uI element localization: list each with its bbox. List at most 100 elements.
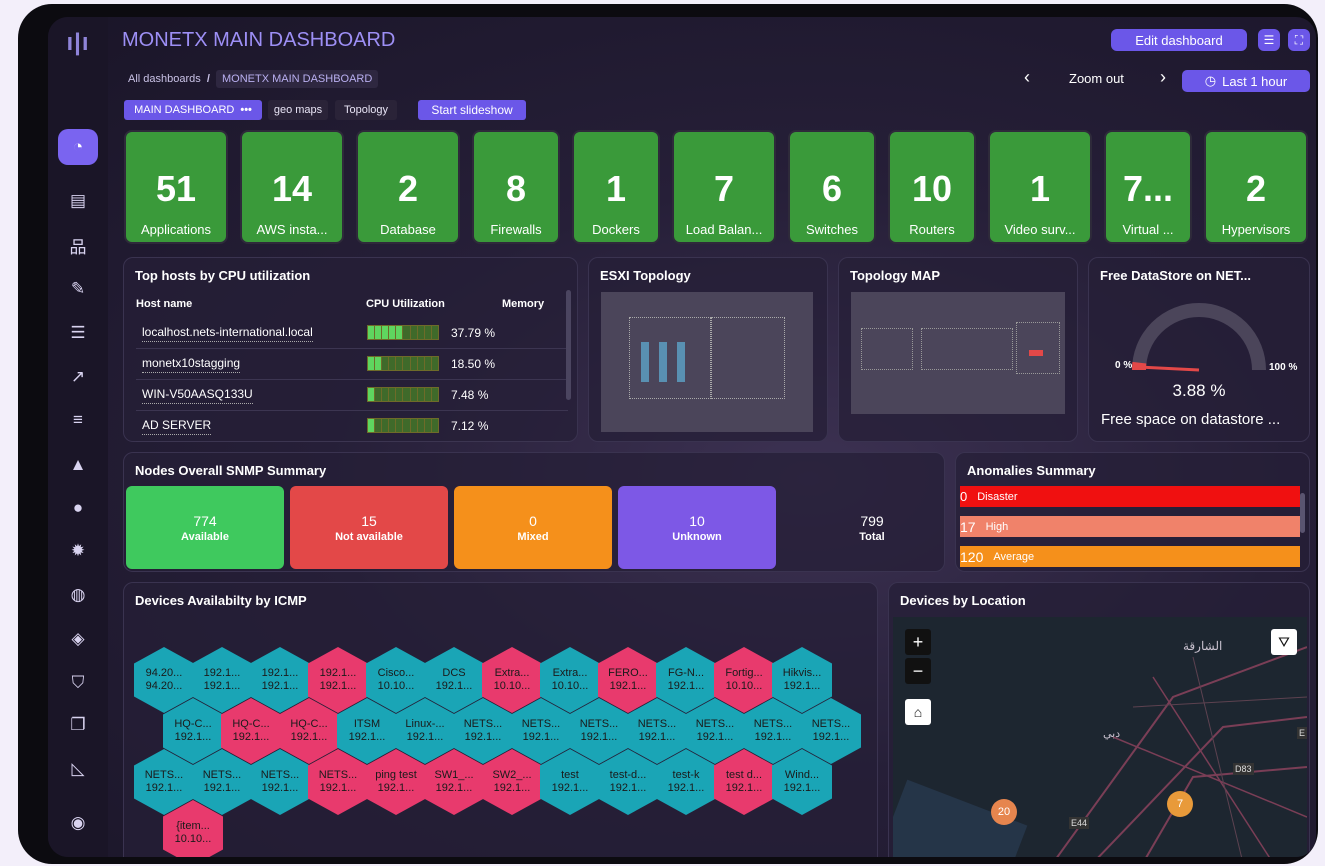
snmp-label: Mixed	[517, 530, 549, 543]
device-name: NETS...	[144, 769, 184, 781]
stat-tile[interactable]: 7 Load Balan...	[672, 130, 776, 244]
dashboard-icon[interactable]: ◔	[58, 129, 98, 165]
device-name: NETS...	[811, 718, 851, 730]
area-chart-icon[interactable]: ◺	[58, 751, 98, 787]
device-name: test	[561, 769, 579, 781]
map-cluster-marker[interactable]: 7	[1167, 791, 1193, 817]
location-map[interactable]: الشارقة دبي D83 E44 E + − ⌂ ⛛ 20 7	[893, 617, 1307, 857]
stat-tile[interactable]: 1 Dockers	[572, 130, 660, 244]
snmp-status-tile[interactable]: 0 Mixed	[454, 486, 612, 569]
chart-icon[interactable]: ↗	[58, 359, 98, 395]
device-name: FERO...	[608, 667, 648, 679]
col-memory[interactable]: Memory	[502, 298, 544, 310]
panel-scrollbar[interactable]	[566, 290, 571, 400]
gauge-max-label: 100 %	[1269, 362, 1298, 373]
cpu-bar-gauge	[367, 387, 439, 402]
stat-tile[interactable]: 6 Switches	[788, 130, 876, 244]
host-name[interactable]: localhost.nets-international.local	[142, 325, 313, 342]
report-icon[interactable]: ▤	[58, 183, 98, 219]
zoom-out-button[interactable]: Zoom out	[1069, 71, 1124, 86]
topology-map-diagram[interactable]	[851, 292, 1065, 414]
tab-topology[interactable]: Topology	[335, 100, 397, 120]
table-row[interactable]: monetx10stagging 18.50 %	[136, 349, 568, 380]
free-datastore-panel: Free DataStore on NET... 0 % 100 % 3.88 …	[1088, 257, 1310, 442]
anomaly-row[interactable]: 120 Average	[960, 546, 1300, 567]
stat-tile[interactable]: 2 Database	[356, 130, 460, 244]
zoom-back-icon[interactable]: ‹	[1024, 67, 1030, 88]
anomaly-row[interactable]: 0 Disaster	[960, 486, 1300, 507]
map-zoom-out-button[interactable]: −	[905, 658, 931, 684]
snmp-status-tile[interactable]: 10 Unknown	[618, 486, 776, 569]
table-row[interactable]: WIN-V50AASQ133U 7.48 %	[136, 380, 568, 411]
stat-tile[interactable]: 51 Applications	[124, 130, 228, 244]
snmp-status-tile[interactable]: 774 Available	[126, 486, 284, 569]
start-slideshow-button[interactable]: Start slideshow	[418, 100, 526, 120]
edit-dashboard-button[interactable]: Edit dashboard	[1111, 29, 1247, 51]
device-name: HQ-C...	[232, 718, 270, 730]
stat-tile[interactable]: 14 AWS insta...	[240, 130, 344, 244]
files-icon[interactable]: ❐	[58, 707, 98, 743]
device-ip: 192.1...	[261, 782, 299, 794]
stat-value: 51	[155, 168, 197, 209]
tab-geo-maps[interactable]: geo maps	[268, 100, 328, 120]
device-ip: 192.1...	[754, 731, 792, 743]
zoom-forward-icon[interactable]: ›	[1160, 67, 1166, 88]
map-cluster-marker[interactable]: 20	[991, 799, 1017, 825]
anomaly-row[interactable]: 17 High	[960, 516, 1300, 537]
app-logo[interactable]: ı|ı	[48, 29, 108, 57]
cpu-bar-gauge	[367, 325, 439, 340]
stat-value: 8	[505, 168, 527, 209]
globe-icon[interactable]: ◍	[58, 577, 98, 613]
breadcrumb-root-link[interactable]: All dashboards	[128, 73, 201, 85]
map-zoom-in-button[interactable]: +	[905, 629, 931, 655]
time-range-label: Last 1 hour	[1222, 73, 1288, 89]
snmp-status-tile[interactable]: 15 Not available	[290, 486, 448, 569]
time-range-button[interactable]: ◷ Last 1 hour	[1182, 70, 1310, 92]
host-name[interactable]: WIN-V50AASQ133U	[142, 387, 253, 404]
shield-icon[interactable]: ⛉	[58, 665, 98, 701]
device-name: DCS	[442, 667, 466, 679]
menu-icon[interactable]: ☰	[1258, 29, 1280, 51]
device-name: test-k	[672, 769, 700, 781]
user-icon[interactable]: ●	[58, 490, 98, 526]
table-icon[interactable]: ☰	[58, 315, 98, 351]
device-ip: 192.1...	[638, 731, 676, 743]
host-name[interactable]: monetx10stagging	[142, 356, 241, 373]
stat-tile[interactable]: 8 Firewalls	[472, 130, 560, 244]
stat-tile[interactable]: 7... Virtual ...	[1104, 130, 1192, 244]
col-cpu-utilization[interactable]: CPU Utilization	[366, 298, 445, 310]
panel-scrollbar[interactable]	[1300, 493, 1305, 533]
device-ip: 192.1...	[319, 680, 357, 692]
panel-title: ESXI Topology	[600, 268, 691, 283]
device-ip: 192.1...	[667, 782, 705, 794]
stat-tile[interactable]: 1 Video surv...	[988, 130, 1092, 244]
stat-label: Hypervisors	[1221, 222, 1291, 237]
host-name[interactable]: AD SERVER	[142, 418, 212, 435]
table-row[interactable]: localhost.nets-international.local 37.79 …	[136, 318, 568, 349]
table-row[interactable]: AD SERVER 7.12 %	[136, 411, 568, 442]
stat-tile[interactable]: 10 Routers	[888, 130, 976, 244]
account-icon[interactable]: ◉	[58, 805, 98, 841]
tab-main-dashboard[interactable]: MAIN DASHBOARD •••	[124, 100, 262, 120]
alert-icon[interactable]: ▲	[58, 447, 98, 483]
more-icon[interactable]: •••	[240, 104, 252, 116]
stat-label: Virtual ...	[1122, 222, 1174, 237]
devices-by-location-panel: Devices by Location الشارقة دبي D83 E44 …	[888, 582, 1310, 857]
snmp-count: 0	[529, 512, 537, 529]
dashboard-screen: ı|ı ◔ ▤ 品 ✎ ☰ ↗ ≡ ▲ ● ✹ ◍ ◈ ⛉ ❐ ◺ ◉ MONETX MAIN DASHBOA…	[48, 17, 1316, 857]
cube-icon[interactable]: ◈	[58, 621, 98, 657]
database-icon[interactable]: ≡	[58, 402, 98, 438]
snmp-label: Available	[181, 530, 229, 543]
map-home-icon[interactable]: ⌂	[905, 699, 931, 725]
esxi-topology-diagram[interactable]	[601, 292, 813, 432]
map-filter-icon[interactable]: ⛛	[1271, 629, 1297, 655]
fullscreen-icon[interactable]: ⛶	[1288, 29, 1310, 51]
settings-icon[interactable]: ✹	[58, 533, 98, 569]
col-host-name[interactable]: Host name	[136, 298, 192, 310]
device-ip: 192.1...	[696, 731, 734, 743]
stat-tile[interactable]: 2 Hypervisors	[1204, 130, 1308, 244]
stat-label: Firewalls	[490, 222, 542, 237]
network-icon[interactable]: 品	[58, 227, 98, 263]
wrench-icon[interactable]: ✎	[58, 271, 98, 307]
device-name: 192.1...	[319, 667, 357, 679]
